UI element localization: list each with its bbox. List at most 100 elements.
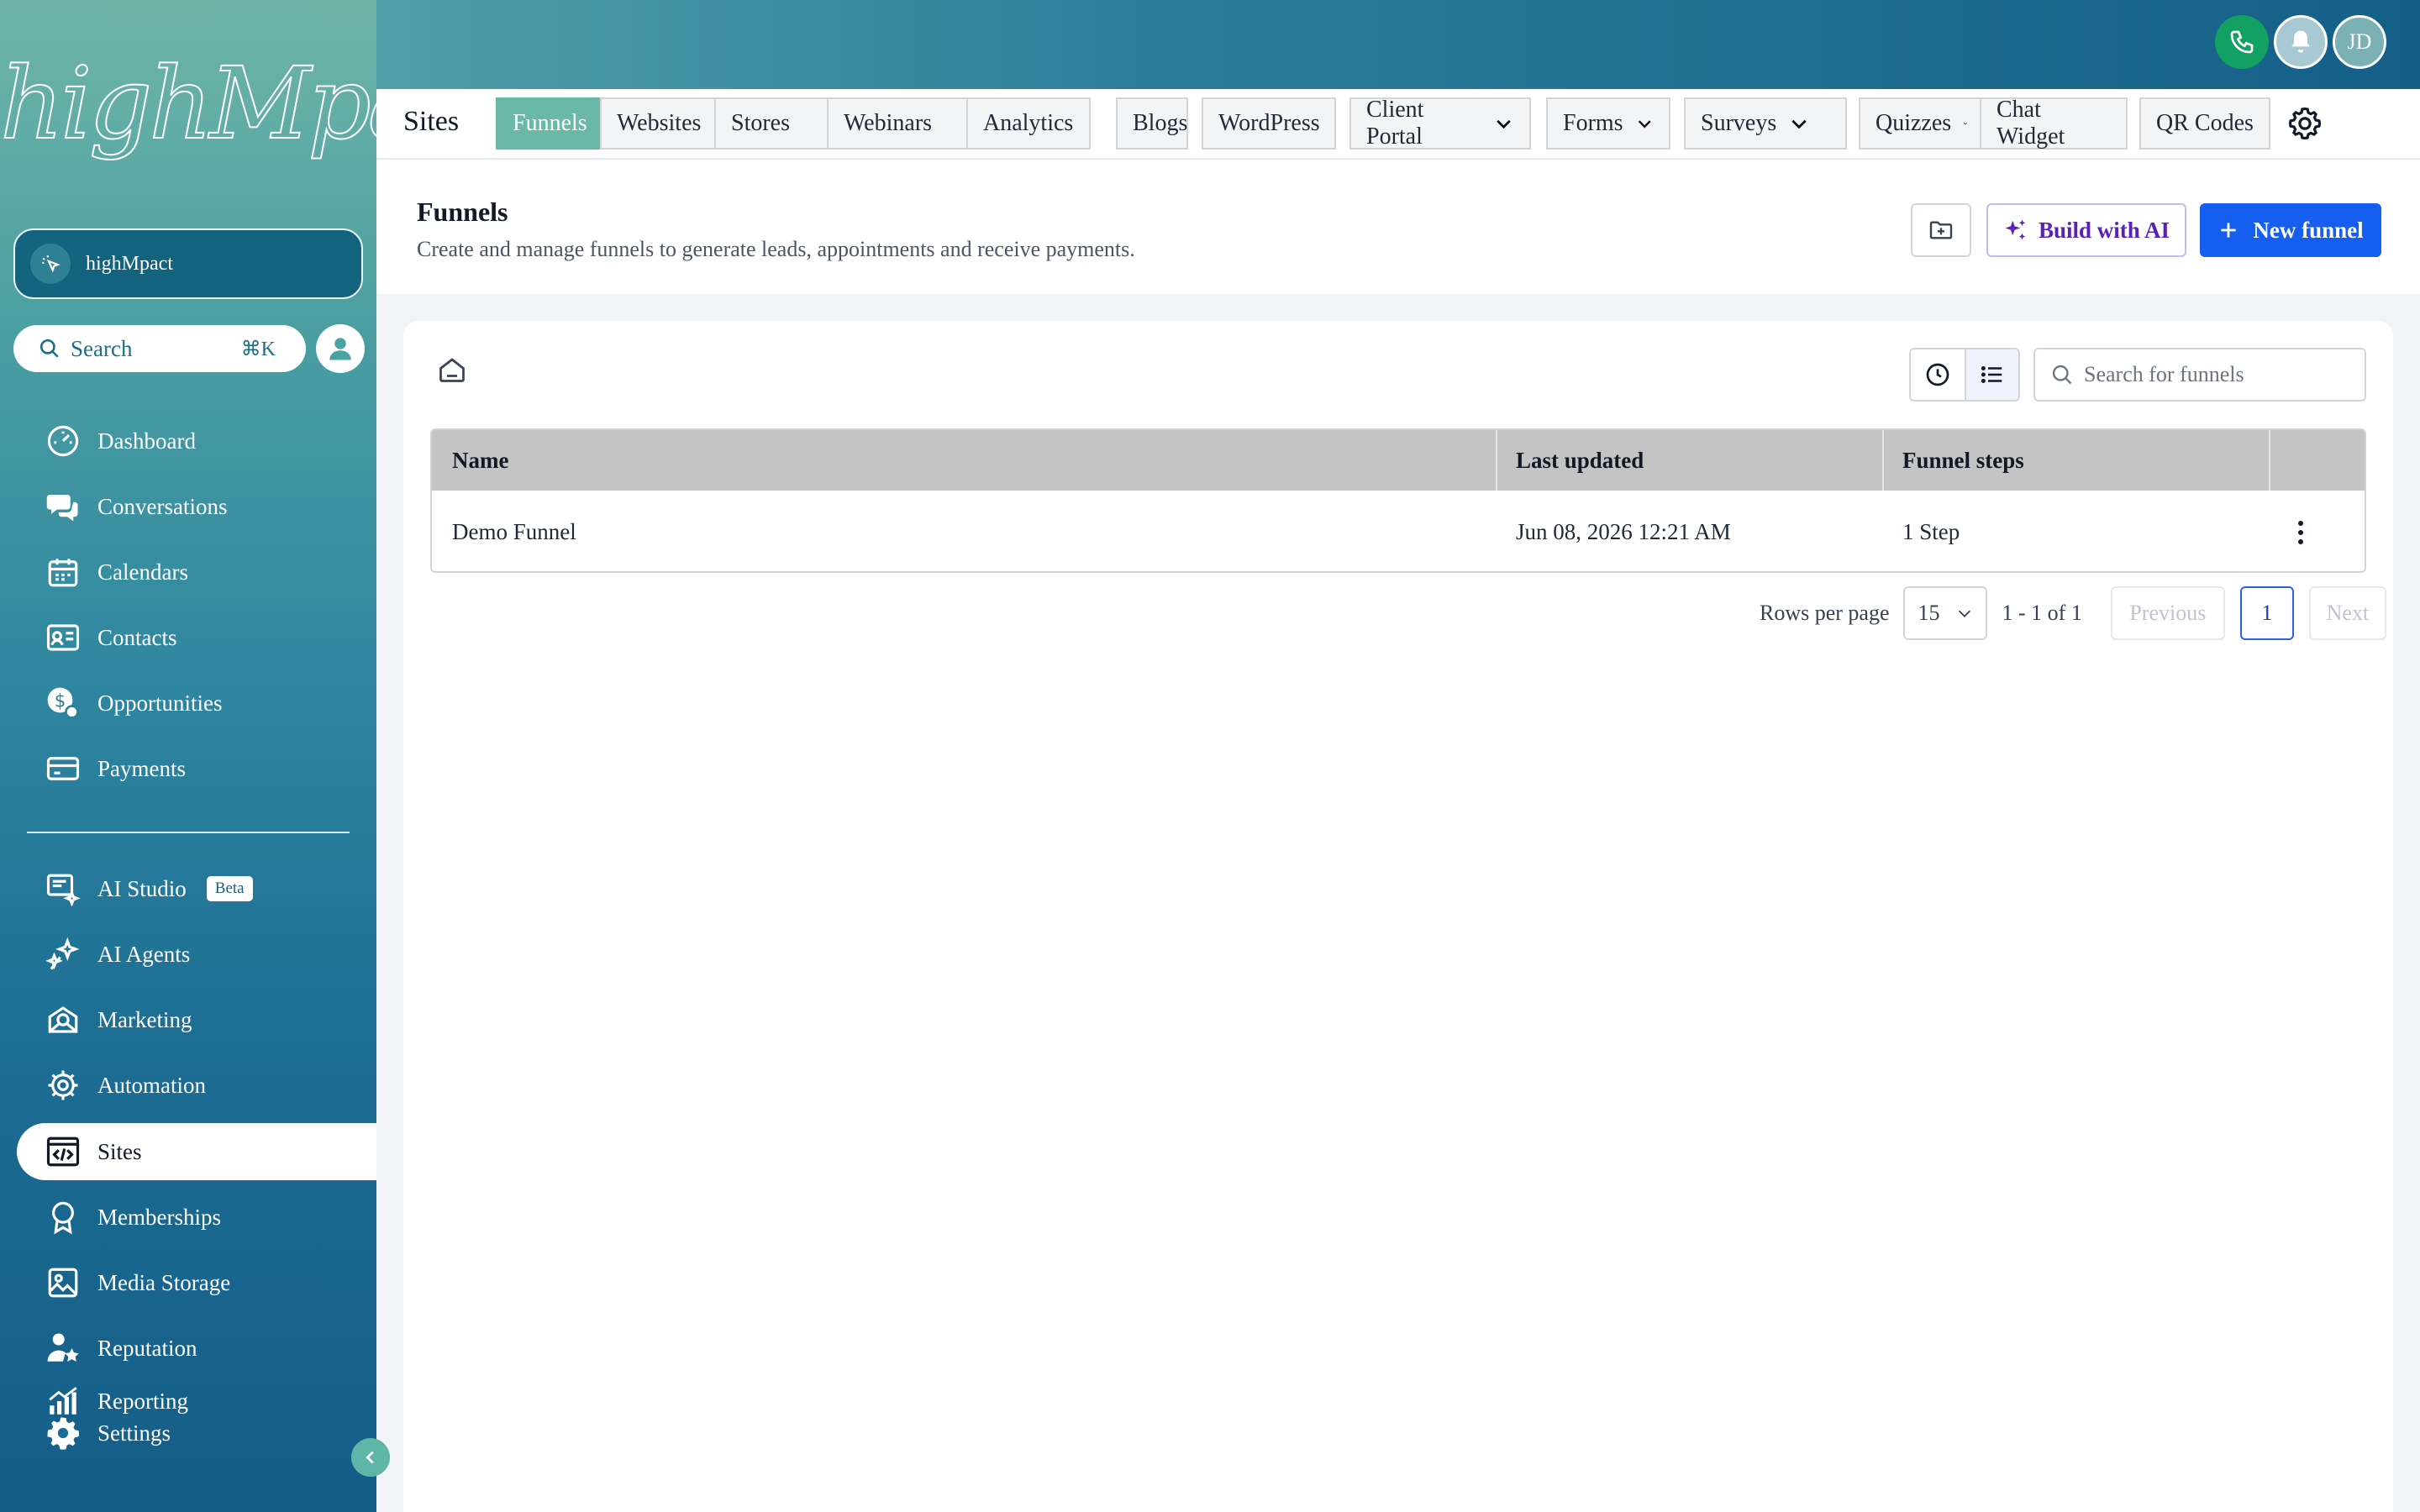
tab-label: QR Codes bbox=[2156, 110, 2254, 136]
sidebar-item-ai-studio[interactable]: AI Studio Beta bbox=[17, 860, 376, 917]
sidebar-item-label: Opportunities bbox=[97, 690, 223, 716]
tab-label: Stores bbox=[731, 110, 790, 136]
rows-per-page-value: 15 bbox=[1918, 601, 1940, 625]
tab-quizzes[interactable]: Quizzes bbox=[1859, 97, 1985, 150]
sidebar-item-label: Sites bbox=[97, 1138, 142, 1164]
more-vertical-icon bbox=[2298, 521, 2303, 544]
beta-badge: Beta bbox=[206, 876, 253, 901]
sidebar-item-opportunities[interactable]: $ Opportunities bbox=[17, 675, 376, 732]
avatar-initials: JD bbox=[2347, 29, 2372, 54]
automation-icon bbox=[48, 1070, 78, 1100]
row-actions-menu[interactable] bbox=[2284, 516, 2317, 549]
sidebar-item-dashboard[interactable]: Dashboard bbox=[17, 412, 376, 470]
sidebar-item-settings[interactable]: Settings bbox=[17, 1416, 376, 1450]
tab-label: Chat Widget bbox=[1996, 97, 2065, 150]
sidebar-item-sites[interactable]: Sites bbox=[17, 1123, 376, 1180]
previous-page-button[interactable]: Previous bbox=[2110, 586, 2225, 640]
reputation-icon bbox=[47, 1333, 79, 1362]
tab-forms[interactable]: Forms bbox=[1546, 97, 1670, 150]
search-input[interactable] bbox=[2084, 362, 2353, 387]
sidebar-item-label: Automation bbox=[97, 1072, 206, 1098]
sidebar-item-label: Marketing bbox=[97, 1006, 192, 1032]
gear-icon[interactable] bbox=[2287, 106, 2323, 141]
tab-chat-widget[interactable]: Chat Widget bbox=[1980, 97, 2128, 150]
top-header: JD bbox=[376, 0, 2420, 89]
tab-label: Blogs bbox=[1133, 110, 1188, 136]
sidebar-item-media-storage[interactable]: Media Storage bbox=[17, 1254, 376, 1311]
page-1-button[interactable]: 1 bbox=[2239, 586, 2294, 640]
folder-plus-icon bbox=[1929, 221, 1953, 239]
new-funnel-button[interactable]: New funnel bbox=[2200, 203, 2381, 257]
tab-wordpress[interactable]: WordPress bbox=[1202, 97, 1336, 150]
sidebar-item-label: Calendars bbox=[97, 559, 188, 585]
tab-websites[interactable]: Websites bbox=[600, 97, 716, 150]
section-title: Sites bbox=[403, 106, 460, 137]
plus-icon bbox=[2221, 223, 2237, 238]
phone-button[interactable] bbox=[2215, 15, 2269, 69]
search-shortcut: ⌘K bbox=[240, 338, 276, 360]
funnel-last-updated: Jun 08, 2026 12:21 AM bbox=[1516, 518, 1731, 544]
tab-analytics[interactable]: Analytics bbox=[966, 97, 1091, 150]
build-with-ai-button[interactable]: Build with AI bbox=[1986, 203, 2186, 257]
home-icon[interactable] bbox=[437, 354, 467, 385]
list-view-button[interactable] bbox=[1964, 349, 2018, 400]
funnel-name[interactable]: Demo Funnel bbox=[432, 491, 576, 571]
tab-qr-codes[interactable]: QR Codes bbox=[2139, 97, 2270, 150]
sidebar-item-label: AI Agents bbox=[97, 941, 191, 967]
sites-tab-bar: Sites Funnels Websites Stores Webinars A… bbox=[376, 89, 2420, 160]
chevron-down-icon bbox=[1497, 119, 1511, 129]
chevron-down-icon bbox=[1638, 120, 1651, 129]
tab-label: WordPress bbox=[1218, 110, 1320, 136]
brand-logo[interactable]: highMpact bbox=[0, 20, 376, 213]
sidebar-item-memberships[interactable]: Memberships bbox=[17, 1189, 376, 1246]
tab-blogs[interactable]: Blogs bbox=[1116, 97, 1188, 150]
list-icon bbox=[1981, 366, 2002, 383]
pagination: Rows per page 15 1 - 1 of 1 Previous 1 N… bbox=[1760, 586, 2386, 640]
tab-label: Websites bbox=[617, 110, 702, 136]
sidebar-item-label: Settings bbox=[97, 1420, 171, 1446]
sidebar-item-label: Conversations bbox=[97, 493, 228, 519]
column-header-name[interactable]: Name bbox=[432, 430, 1496, 491]
tab-client-portal[interactable]: Client Portal bbox=[1349, 97, 1531, 150]
funnel-steps: 1 Step bbox=[1902, 518, 1960, 544]
sidebar-item-payments[interactable]: Payments bbox=[17, 740, 376, 797]
column-header-last-updated[interactable]: Last updated bbox=[1496, 430, 1882, 491]
tab-surveys[interactable]: Surveys bbox=[1684, 97, 1847, 150]
sites-icon bbox=[46, 1137, 80, 1167]
tab-stores[interactable]: Stores bbox=[714, 97, 829, 150]
new-folder-button[interactable] bbox=[1911, 203, 1971, 257]
chevron-down-icon bbox=[1791, 119, 1807, 129]
sidebar-item-automation[interactable]: Automation bbox=[17, 1057, 376, 1114]
table-row[interactable]: Demo Funnel Jun 08, 2026 12:21 AM 1 Step bbox=[432, 491, 2365, 571]
funnel-search bbox=[2033, 348, 2366, 402]
view-toggle bbox=[1909, 348, 2020, 402]
sidebar-item-ai-agents[interactable]: AI Agents bbox=[17, 926, 376, 983]
phone-icon bbox=[2230, 30, 2254, 54]
next-page-button[interactable]: Next bbox=[2308, 586, 2386, 640]
search-label: Search bbox=[71, 335, 133, 361]
tab-label: Funnels bbox=[513, 110, 587, 136]
tab-webinars[interactable]: Webinars bbox=[827, 97, 968, 150]
new-funnel-label: New funnel bbox=[2253, 217, 2364, 243]
tab-label: Quizzes bbox=[1876, 110, 1952, 136]
sidebar-item-conversations[interactable]: Conversations bbox=[17, 478, 376, 535]
notifications-button[interactable] bbox=[2274, 15, 2328, 69]
sidebar: highMpact highMpact Search ⌘K Dashboard … bbox=[0, 0, 376, 1512]
tab-label: Forms bbox=[1563, 110, 1623, 136]
avatar[interactable]: JD bbox=[2333, 15, 2386, 69]
account-switcher[interactable]: highMpact bbox=[13, 228, 363, 299]
sidebar-search[interactable]: Search ⌘K bbox=[13, 325, 306, 372]
tab-funnels[interactable]: Funnels bbox=[496, 97, 602, 150]
sidebar-item-reporting[interactable]: Reporting bbox=[17, 1384, 376, 1418]
column-header-funnel-steps[interactable]: Funnel steps bbox=[1882, 430, 2269, 491]
collapse-sidebar-button[interactable] bbox=[351, 1438, 390, 1477]
user-profile-button[interactable] bbox=[316, 324, 365, 373]
page-title: Funnels bbox=[417, 197, 508, 227]
rows-per-page-select[interactable]: 15 bbox=[1902, 586, 1987, 640]
sidebar-item-marketing[interactable]: Marketing bbox=[17, 991, 376, 1048]
marketing-icon bbox=[48, 1006, 78, 1033]
sidebar-item-contacts[interactable]: Contacts bbox=[17, 609, 376, 666]
sidebar-item-reputation[interactable]: Reputation bbox=[17, 1320, 376, 1377]
recent-view-button[interactable] bbox=[1911, 349, 1965, 400]
sidebar-item-calendars[interactable]: Calendars bbox=[17, 543, 376, 601]
